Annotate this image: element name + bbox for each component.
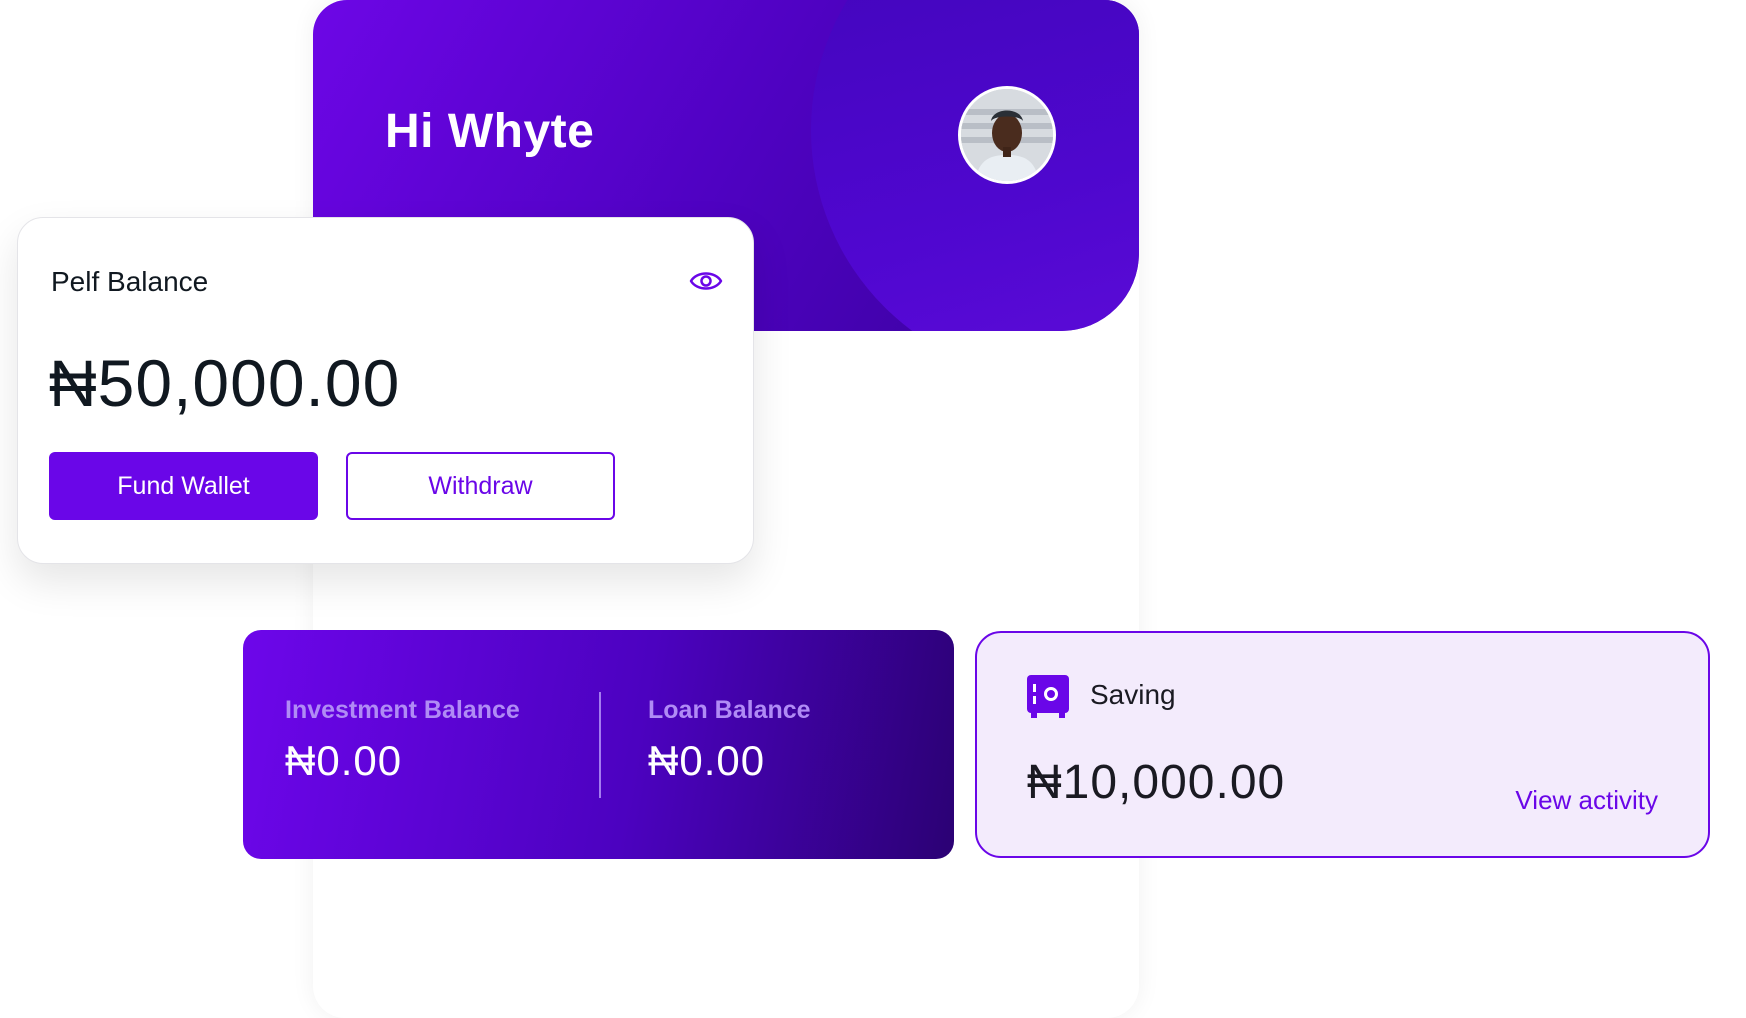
- view-activity-link[interactable]: View activity: [1515, 785, 1658, 816]
- investment-balance-block: Investment Balance ₦0.00: [285, 696, 520, 785]
- investment-loan-card: Investment Balance ₦0.00 Loan Balance ₦0…: [243, 630, 954, 859]
- avatar-photo: [961, 89, 1053, 181]
- balance-amount: ₦50,000.00: [49, 346, 401, 420]
- investment-balance-value: ₦0.00: [285, 737, 403, 784]
- divider: [599, 692, 601, 798]
- balance-card: Pelf Balance ₦50,000.00 Fund Wallet With…: [17, 217, 754, 564]
- greeting-text: Hi Whyte: [385, 105, 595, 158]
- balance-title: Pelf Balance: [51, 266, 209, 297]
- investment-balance-label: Investment Balance: [285, 696, 520, 724]
- loan-balance-value: ₦0.00: [648, 737, 766, 784]
- fund-wallet-button[interactable]: Fund Wallet: [49, 452, 318, 520]
- loan-balance-block: Loan Balance ₦0.00: [648, 696, 811, 785]
- saving-card: Saving ₦10,000.00 View activity: [975, 631, 1710, 858]
- loan-balance-label: Loan Balance: [648, 696, 811, 724]
- avatar[interactable]: [958, 86, 1056, 184]
- saving-amount: ₦10,000.00: [1027, 756, 1286, 809]
- withdraw-button[interactable]: Withdraw: [346, 452, 615, 520]
- saving-label: Saving: [1090, 679, 1176, 710]
- eye-icon[interactable]: [689, 266, 723, 296]
- safe-icon: [1027, 675, 1069, 718]
